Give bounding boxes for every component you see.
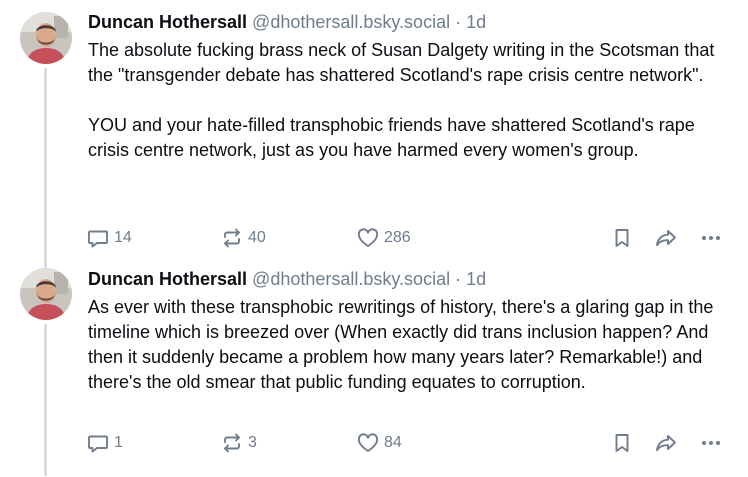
author-handle[interactable]: @dhothersall.bsky.social: [252, 269, 450, 289]
share-icon: [656, 230, 676, 247]
avatar[interactable]: [20, 12, 72, 64]
bookmark-icon: [615, 229, 629, 247]
share-button[interactable]: [654, 224, 678, 252]
post-text: As ever with these transphobic rewriting…: [88, 295, 733, 395]
post[interactable]: Duncan Hothersall @dhothersall.bsky.soci…: [0, 262, 748, 477]
avatar[interactable]: [20, 268, 72, 320]
repost-icon: [224, 433, 240, 453]
share-button[interactable]: [654, 429, 678, 457]
like-count: 84: [384, 434, 402, 451]
more-icon: [702, 441, 720, 445]
heart-icon: [357, 433, 379, 452]
more-button[interactable]: [700, 224, 722, 252]
repost-button[interactable]: 40: [221, 224, 266, 252]
reply-icon: [88, 230, 108, 248]
heart-icon: [357, 228, 379, 247]
post-header: Duncan Hothersall @dhothersall.bsky.soci…: [88, 267, 486, 291]
author-handle[interactable]: @dhothersall.bsky.social: [252, 12, 450, 32]
author-name[interactable]: Duncan Hothersall: [88, 12, 247, 32]
post-time[interactable]: 1d: [466, 12, 486, 32]
post-actions: 14 40 286: [0, 224, 748, 252]
like-button[interactable]: 84: [357, 429, 402, 457]
author-name[interactable]: Duncan Hothersall: [88, 269, 247, 289]
post-paragraph: The absolute fucking brass neck of Susan…: [88, 40, 715, 85]
reply-button[interactable]: 1: [87, 429, 123, 457]
like-count: 286: [384, 229, 411, 246]
post-text: The absolute fucking brass neck of Susan…: [88, 38, 733, 163]
post[interactable]: Duncan Hothersall @dhothersall.bsky.soci…: [0, 0, 748, 268]
share-icon: [656, 435, 676, 452]
reply-count: 14: [114, 229, 132, 246]
post-header: Duncan Hothersall @dhothersall.bsky.soci…: [88, 10, 486, 34]
separator: ·: [455, 12, 462, 32]
bookmark-button[interactable]: [611, 429, 633, 457]
repost-icon: [224, 228, 240, 248]
repost-count: 40: [248, 229, 266, 246]
more-button[interactable]: [700, 429, 722, 457]
repost-button[interactable]: 3: [221, 429, 257, 457]
like-button[interactable]: 286: [357, 224, 411, 252]
reply-icon: [88, 435, 108, 453]
bookmark-button[interactable]: [611, 224, 633, 252]
post-paragraph: YOU and your hate-filled transphobic fri…: [88, 115, 695, 160]
reply-count: 1: [114, 434, 123, 451]
more-icon: [702, 236, 720, 240]
bookmark-icon: [615, 434, 629, 452]
repost-count: 3: [248, 434, 257, 451]
post-paragraph: As ever with these transphobic rewriting…: [88, 297, 714, 392]
separator: ·: [455, 269, 462, 289]
post-actions: 1 3 84: [0, 429, 748, 457]
reply-button[interactable]: 14: [87, 224, 132, 252]
post-time[interactable]: 1d: [466, 269, 486, 289]
